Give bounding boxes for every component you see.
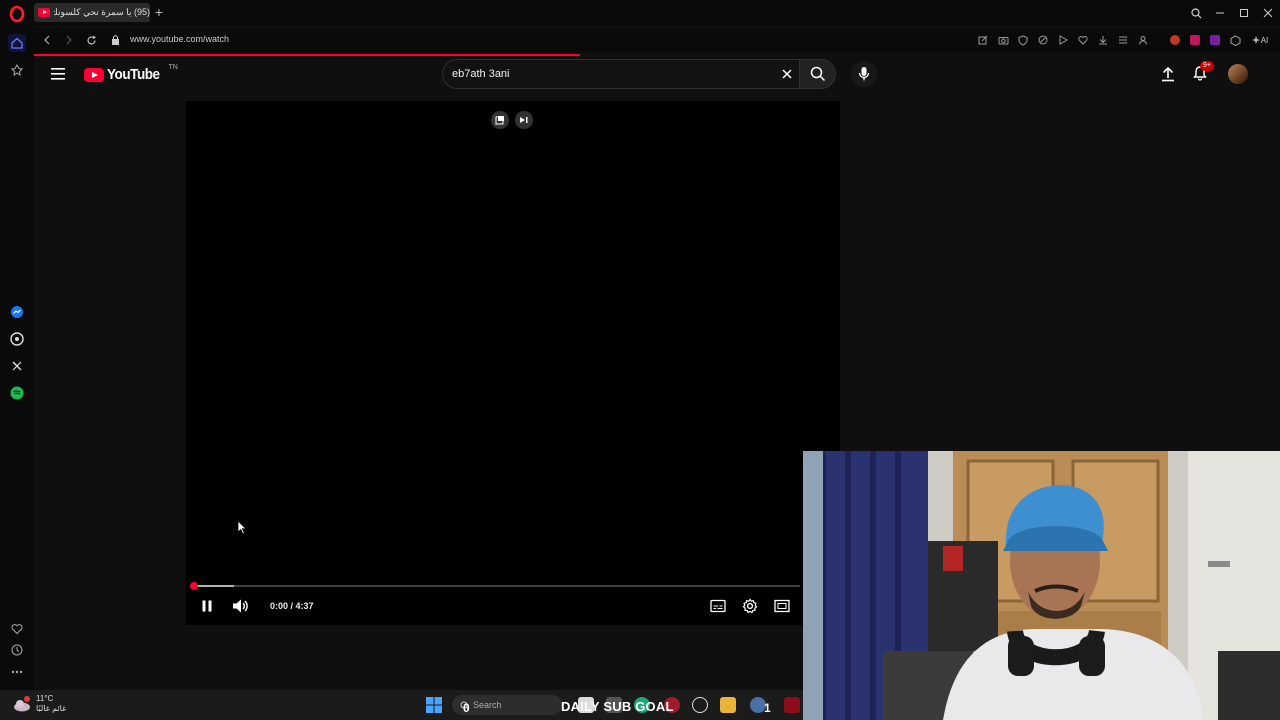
file-explorer-icon[interactable] [720,697,736,713]
weather-widget[interactable]: 11°C غائم غالبًا [12,694,66,714]
notification-count-badge: 9+ [1200,61,1214,71]
video-player[interactable]: 0:00 / 4:37 [186,101,840,625]
sub-goal-count: 0 [463,701,470,715]
youtube-play-logo-icon [84,67,104,82]
youtube-wordmark: YouTube [107,66,160,83]
subtitles-button[interactable] [710,599,726,613]
favorites-heart-icon[interactable] [8,620,26,638]
reload-icon[interactable] [84,33,98,47]
webcam-feed [803,451,1280,720]
more-options-icon[interactable] [8,663,26,681]
spotify-icon[interactable] [8,384,26,402]
forward-icon[interactable] [62,33,76,47]
address-bar: www.youtube.com/watch AI [34,28,1280,52]
back-icon[interactable] [40,33,54,47]
clear-search-icon[interactable] [779,66,795,82]
voice-search-button[interactable] [851,61,877,87]
divider [1156,33,1162,47]
upload-icon[interactable] [1161,66,1175,82]
pause-icon [202,600,212,612]
close-window-icon[interactable] [1256,4,1280,22]
search-box[interactable]: eb7ath 3ani [442,59,800,89]
windows-taskbar: 11°C غائم غالبًا Search 0 DAILY SUB GOAL… [0,690,803,720]
heart-icon[interactable] [1076,33,1090,47]
search-icon [810,66,825,82]
subtitles-icon [710,599,726,613]
gear-icon [742,598,758,614]
time-display: 0:00 / 4:37 [270,601,314,611]
window-controls [1184,4,1280,22]
youtube-favicon-icon [38,8,50,17]
camera-icon[interactable] [996,33,1010,47]
profile-icon[interactable] [1136,33,1150,47]
taskbar-search-placeholder: Search [473,700,502,710]
skip-icon[interactable] [515,111,533,129]
volume-button[interactable] [232,598,250,614]
taskbar-app-icon[interactable] [784,697,800,713]
browser-tab-bar: (95) يا سمرة نحي كلسونك - + [0,0,1280,26]
minimize-icon[interactable] [1208,4,1232,22]
miniplayer-icon[interactable] [491,111,509,129]
seek-bar[interactable] [194,585,800,587]
microphone-icon [858,67,870,81]
url-field[interactable]: www.youtube.com/watch [130,34,229,44]
daily-sub-goal-label: DAILY SUB GOAL [561,699,674,714]
buffered-bar [194,585,234,587]
cube-icon[interactable] [1228,33,1242,47]
avatar[interactable] [1228,64,1248,84]
download-icon[interactable] [1096,33,1110,47]
lock-icon[interactable] [108,33,122,47]
ai-button[interactable]: AI [1248,33,1272,47]
extension-purple-icon[interactable] [1208,33,1222,47]
pause-button[interactable] [200,599,214,613]
country-code: TN [168,64,178,71]
menu-icon[interactable] [51,67,69,81]
settings-taskbar-icon[interactable] [692,697,708,713]
history-icon[interactable] [8,641,26,659]
webcam-overlay [803,451,1280,720]
mouse-cursor-icon [237,520,247,535]
search-tabs-icon[interactable] [1184,4,1208,22]
maximize-icon[interactable] [1232,4,1256,22]
volume-icon [233,599,248,613]
player-icon[interactable] [1056,33,1070,47]
extensions-toolbar: AI [976,33,1272,47]
browser-tab[interactable]: (95) يا سمرة نحي كلسونك - [34,3,150,22]
vpn-icon[interactable] [1036,33,1050,47]
player-top-controls [491,111,533,129]
ai-label: AI [1260,35,1269,45]
shield-icon[interactable] [1016,33,1030,47]
extension-pink-icon[interactable] [1188,33,1202,47]
windows-start-icon[interactable] [426,697,442,713]
edit-icon[interactable] [976,33,990,47]
settings-button[interactable] [742,598,758,614]
seek-handle[interactable] [190,582,198,590]
opera-sidebar [0,26,34,690]
extension-red-icon[interactable] [1168,33,1182,47]
whatsapp-icon[interactable] [8,330,26,348]
search-button[interactable] [800,59,836,89]
opera-logo-icon[interactable] [8,5,26,23]
youtube-logo[interactable]: YouTube TN [84,64,178,83]
x-icon[interactable] [8,357,26,375]
cloudy-weather-icon [14,696,30,712]
temperature: 11°C [36,694,54,703]
tab-title: (95) يا سمرة نحي كلسونك - [53,7,150,17]
theater-mode-button[interactable] [774,599,790,613]
search-input[interactable]: eb7ath 3ani [452,68,510,80]
home-icon[interactable] [8,34,26,52]
theater-icon [774,599,790,613]
pinboard-icon[interactable] [8,61,26,79]
weather-description: غائم غالبًا [36,704,67,713]
sub-goal-target: 1 [764,701,771,715]
menu-lines-icon[interactable] [1116,33,1130,47]
messenger-icon[interactable] [8,303,26,321]
new-tab-button[interactable]: + [152,5,166,19]
